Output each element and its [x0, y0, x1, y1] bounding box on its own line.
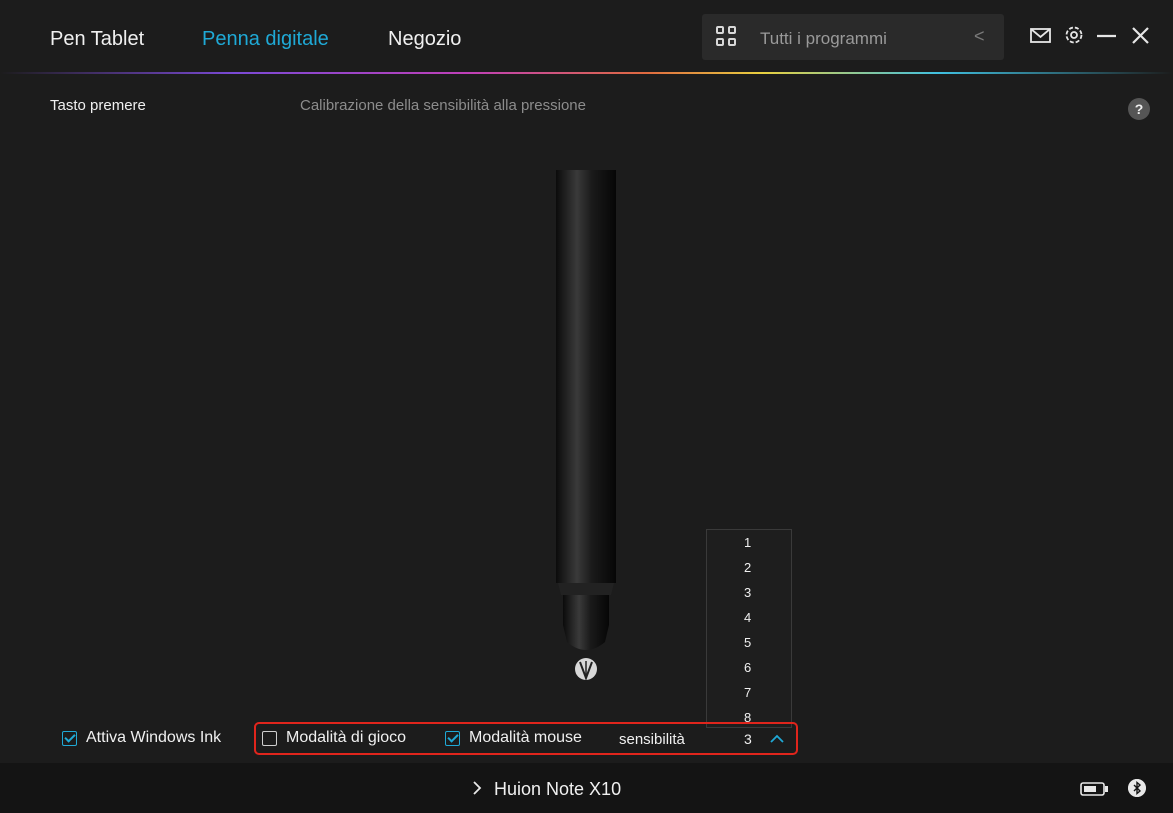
program-selector-label: Tutti i programmi [760, 29, 887, 48]
back-arrow-icon[interactable]: < [974, 26, 985, 47]
program-selector[interactable]: Tutti i programmi < [702, 14, 1004, 60]
game-mode-label: Modalità di gioco [286, 729, 407, 746]
sensitivity-option-6[interactable]: 6 [707, 655, 791, 680]
sensitivity-option-4[interactable]: 4 [707, 605, 791, 630]
tab-pen-tablet[interactable]: Pen Tablet [50, 28, 144, 51]
windows-ink-label: Attiva Windows Ink [86, 729, 222, 746]
pressure-calibration-tab[interactable]: Calibrazione della sensibilità alla pres… [300, 97, 586, 114]
sensitivity-option-7[interactable]: 7 [707, 680, 791, 705]
sensitivity-option-1[interactable]: 1 [707, 530, 791, 555]
tab-penna-digitale[interactable]: Penna digitale [202, 28, 329, 51]
pen-illustration [556, 170, 616, 681]
mail-icon[interactable] [1028, 22, 1054, 48]
game-mode-checkbox[interactable]: Modalità di gioco [262, 727, 406, 749]
tasto-premere-tab[interactable]: Tasto premere [50, 97, 146, 114]
windows-ink-check[interactable] [62, 730, 77, 746]
sensitivity-value: 3 [744, 731, 752, 747]
mouse-mode-check[interactable] [445, 730, 460, 746]
bluetooth-icon [1128, 779, 1146, 797]
game-mode-check[interactable] [262, 730, 277, 746]
battery-icon [1080, 782, 1108, 796]
windows-ink-checkbox[interactable]: Attiva Windows Ink [62, 727, 221, 749]
sensitivity-option-3[interactable]: 3 [707, 580, 791, 605]
sensitivity-label: sensibilità [619, 731, 685, 748]
tab-negozio[interactable]: Negozio [388, 28, 461, 51]
gear-icon[interactable] [1061, 22, 1087, 48]
device-name[interactable]: Huion Note X10 [494, 779, 621, 800]
sensitivity-option-2[interactable]: 2 [707, 555, 791, 580]
app-header: Pen Tablet Penna digitale Negozio Tutti … [0, 0, 1173, 74]
header-divider [0, 72, 1173, 74]
help-icon[interactable]: ? [1128, 98, 1150, 120]
sensitivity-select[interactable]: 3 [706, 728, 792, 750]
minimize-icon[interactable] [1094, 22, 1120, 48]
chevron-right-icon[interactable] [470, 779, 484, 797]
mouse-mode-label: Modalità mouse [469, 729, 582, 746]
mouse-mode-checkbox[interactable]: Modalità mouse [445, 727, 582, 749]
chevron-up-icon [770, 734, 784, 743]
device-footer: Huion Note X10 [0, 763, 1173, 813]
sensitivity-options-list: 1 2 3 4 5 6 7 8 [706, 529, 792, 728]
sensitivity-option-5[interactable]: 5 [707, 630, 791, 655]
grid-icon [716, 26, 738, 48]
close-icon[interactable] [1128, 22, 1154, 48]
